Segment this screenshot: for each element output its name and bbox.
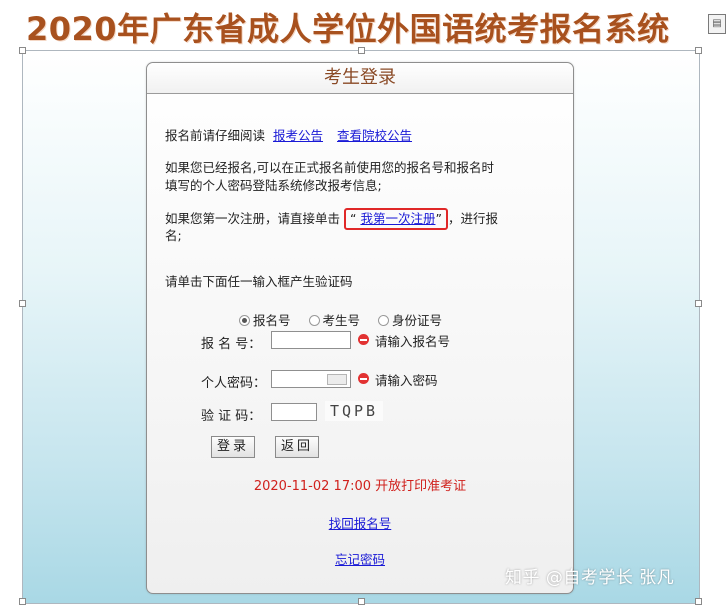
radio-reg-no[interactable]: 报名号: [239, 313, 291, 328]
document-icon: ▤: [708, 14, 726, 34]
find-reg-no-row: 找回报名号: [147, 513, 573, 532]
read-prefix: 报名前请仔细阅读: [165, 128, 266, 143]
resize-handle-bottom-right[interactable]: [695, 598, 702, 605]
radio-id-no[interactable]: 身份证号: [378, 313, 442, 328]
login-header: 考生登录: [147, 63, 573, 94]
radio-exam-no[interactable]: 考生号: [308, 313, 360, 328]
resize-handle-left[interactable]: [19, 300, 26, 307]
password-input[interactable]: [271, 370, 351, 388]
login-type-radios: 报名号 考生号 身份证号: [239, 310, 456, 329]
forgot-password-link[interactable]: 忘记密码: [335, 552, 385, 567]
error-icon: [358, 373, 369, 384]
captcha-input[interactable]: [271, 403, 317, 421]
first-time-line: 如果您第一次注册，请直接单击 “ 我第一次注册” ，进行报: [165, 208, 498, 230]
exam-notice-link[interactable]: 报考公告: [273, 128, 323, 143]
first-time-suffix: ，进行报: [447, 211, 498, 226]
password-label: 个人密码：: [201, 376, 267, 391]
radio-id-no-dot[interactable]: [378, 315, 389, 326]
read-notice-line: 报名前请仔细阅读 报考公告 查看院校公告: [165, 127, 412, 145]
first-time-line-2: 名;: [165, 228, 182, 243]
reg-no-error: 请输入报名号: [375, 334, 451, 349]
first-register-box[interactable]: “ 我第一次注册”: [344, 208, 448, 230]
radio-exam-no-dot[interactable]: [308, 315, 320, 326]
back-button[interactable]: 返回: [275, 436, 319, 458]
already-registered-text-1: 如果您已经报名,可以在正式报名前使用您的报名号和报名时: [165, 160, 494, 175]
resize-handle-top-left[interactable]: [19, 47, 26, 54]
first-register-link[interactable]: 我第一次注册: [360, 211, 435, 226]
find-reg-no-link[interactable]: 找回报名号: [329, 516, 392, 531]
already-registered-text-2: 填写的个人密码登陆系统修改报考信息;: [165, 178, 382, 193]
resize-handle-top-right[interactable]: [695, 47, 702, 54]
watermark: 知乎 @自考学长 张凡: [505, 568, 675, 588]
resize-handle-right[interactable]: [695, 300, 702, 307]
error-icon: [358, 334, 369, 345]
captcha-label: 验 证 码：: [201, 409, 262, 424]
login-button[interactable]: 登录: [211, 436, 255, 458]
print-notice: 2020-11-02 17:00 开放打印准考证: [253, 479, 467, 494]
captcha-instruction: 请单击下面任一输入框产生验证码: [165, 274, 353, 289]
reg-no-label: 报 名 号：: [201, 337, 262, 352]
captcha-image[interactable]: TQPB: [325, 401, 383, 421]
school-notice-link[interactable]: 查看院校公告: [337, 128, 412, 143]
password-error: 请输入密码: [375, 373, 438, 388]
resize-handle-bottom[interactable]: [358, 598, 365, 605]
first-time-prefix: 如果您第一次注册，请直接单击: [165, 211, 341, 226]
login-panel: 考生登录 报名前请仔细阅读 报考公告 查看院校公告 如果您已经报名,可以在正式报…: [146, 62, 574, 594]
page-title: 2020年广东省成人学位外国语统考报名系统: [26, 8, 696, 50]
radio-reg-no-dot[interactable]: [239, 315, 250, 326]
keyboard-icon[interactable]: [327, 374, 347, 385]
resize-handle-bottom-left[interactable]: [19, 598, 26, 605]
reg-no-input[interactable]: [271, 331, 351, 349]
resize-handle-top[interactable]: [358, 47, 365, 54]
